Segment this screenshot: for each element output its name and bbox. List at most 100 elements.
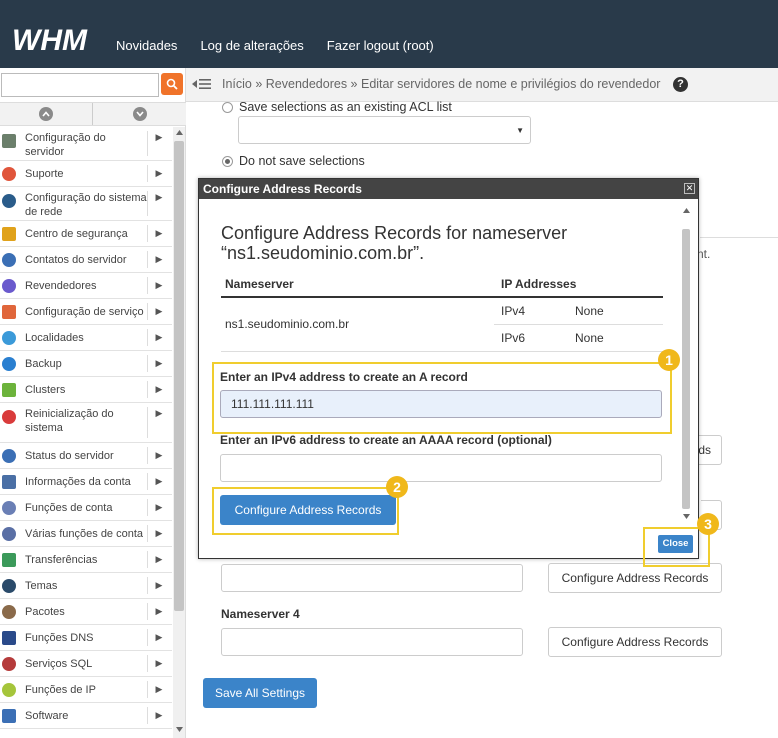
- sidebar-item-separator: [147, 655, 148, 672]
- breadcrumb[interactable]: Início » Revendedores » Editar servidore…: [222, 77, 660, 91]
- save-all-settings-button[interactable]: Save All Settings: [203, 678, 317, 708]
- collapse-down-button[interactable]: [93, 103, 186, 125]
- expand-arrow-icon[interactable]: ▶: [149, 502, 169, 513]
- expand-arrow-icon[interactable]: ▶: [149, 580, 169, 591]
- sidebar-item[interactable]: Reinicialização do sistema ▶: [0, 403, 172, 443]
- sidebar-item[interactable]: Temas ▶: [0, 573, 172, 599]
- expand-arrow-icon[interactable]: ▶: [149, 658, 169, 669]
- save-existing-acl-radio[interactable]: [222, 102, 233, 113]
- callout-box-3: [643, 527, 710, 567]
- sidebar-item-label: Centro de segurança: [25, 228, 128, 240]
- expand-arrow-icon[interactable]: ▶: [149, 384, 169, 395]
- sidebar-item[interactable]: Contatos do servidor ▶: [0, 247, 172, 273]
- nameserver3-input[interactable]: [221, 564, 523, 592]
- sidebar-item[interactable]: Configuração do sistema de rede ▶: [0, 187, 172, 221]
- sidebar-item-label: Status do servidor: [25, 450, 114, 462]
- scroll-up-arrow-icon[interactable]: [176, 130, 183, 135]
- list-toggle-icon[interactable]: [192, 77, 212, 91]
- sidebar-item[interactable]: Funções DNS ▶: [0, 625, 172, 651]
- sidebar-item-label: Configuração do sistema de rede: [25, 192, 147, 218]
- expand-arrow-icon[interactable]: ▶: [149, 192, 169, 203]
- account-functions-icon: [2, 501, 16, 515]
- sidebar-item[interactable]: Revendedores ▶: [0, 273, 172, 299]
- sidebar-item[interactable]: Pacotes ▶: [0, 599, 172, 625]
- expand-arrow-icon[interactable]: ▶: [149, 358, 169, 369]
- sidebar-item-separator: [147, 165, 148, 182]
- acl-list-select[interactable]: ▼: [238, 116, 531, 144]
- do-not-save-radio[interactable]: [222, 156, 233, 167]
- whm-logo[interactable]: WHM: [12, 24, 102, 58]
- sidebar-item[interactable]: Centro de segurança ▶: [0, 221, 172, 247]
- configure-address-records-ns3-button[interactable]: Configure Address Records: [548, 563, 722, 593]
- sidebar-item[interactable]: Suporte ▶: [0, 161, 172, 187]
- expand-arrow-icon[interactable]: ▶: [149, 684, 169, 695]
- resellers-icon: [2, 279, 16, 293]
- expand-arrow-icon[interactable]: ▶: [149, 332, 169, 343]
- sidebar-item-separator: [147, 407, 148, 438]
- expand-arrow-icon[interactable]: ▶: [149, 450, 169, 461]
- dialog-scroll-thumb[interactable]: [682, 229, 690, 509]
- dialog-title: Configure Address Records for nameserver…: [221, 223, 568, 263]
- collapse-up-button[interactable]: [0, 103, 93, 125]
- dialog-scrollbar[interactable]: [680, 201, 694, 521]
- expand-arrow-icon[interactable]: ▶: [149, 632, 169, 643]
- callout-badge-1: 1: [658, 349, 680, 371]
- search-button[interactable]: [161, 73, 183, 95]
- sidebar-item-separator: [147, 473, 148, 490]
- expand-arrow-icon[interactable]: ▶: [149, 528, 169, 539]
- expand-arrow-icon[interactable]: ▶: [149, 710, 169, 721]
- expand-arrow-icon[interactable]: ▶: [149, 408, 169, 419]
- sidebar-scrollbar[interactable]: [173, 127, 185, 738]
- software-icon: [2, 709, 16, 723]
- col-nameserver-header: Nameserver: [225, 277, 294, 291]
- sidebar-item[interactable]: Status do servidor ▶: [0, 443, 172, 469]
- sidebar-item-label: Revendedores: [25, 280, 97, 292]
- help-icon[interactable]: ?: [673, 77, 688, 92]
- sidebar-item-label: Localidades: [25, 332, 84, 344]
- sidebar-item-label: Clusters: [25, 384, 66, 396]
- sidebar-item[interactable]: Backup ▶: [0, 351, 172, 377]
- sidebar-item[interactable]: Configuração de serviço ▶: [0, 299, 172, 325]
- sidebar-item-separator: [147, 681, 148, 698]
- sidebar-item-label: Transferências: [25, 554, 98, 566]
- top-nav: Novidades Log de alterações Fazer logout…: [116, 38, 434, 53]
- callout-box-1: [212, 362, 672, 434]
- close-icon[interactable]: ✕: [684, 183, 695, 194]
- expand-arrow-icon[interactable]: ▶: [149, 280, 169, 291]
- sidebar-item[interactable]: Clusters ▶: [0, 377, 172, 403]
- clusters-icon: [2, 383, 16, 397]
- expand-arrow-icon[interactable]: ▶: [149, 168, 169, 179]
- sidebar-item[interactable]: Informações da conta ▶: [0, 469, 172, 495]
- nav-changelog[interactable]: Log de alterações: [200, 38, 303, 53]
- sidebar-item[interactable]: Funções de IP ▶: [0, 677, 172, 703]
- sidebar-item[interactable]: Funções de conta ▶: [0, 495, 172, 521]
- sidebar-item[interactable]: Software ▶: [0, 703, 172, 729]
- sidebar-search: [0, 70, 186, 98]
- sidebar-item[interactable]: Várias funções de conta ▶: [0, 521, 172, 547]
- sidebar-scroll-thumb[interactable]: [174, 141, 184, 611]
- sidebar-item[interactable]: Localidades ▶: [0, 325, 172, 351]
- search-input[interactable]: [1, 73, 159, 97]
- sidebar-item[interactable]: Serviços SQL ▶: [0, 651, 172, 677]
- expand-arrow-icon[interactable]: ▶: [149, 254, 169, 265]
- expand-arrow-icon[interactable]: ▶: [149, 476, 169, 487]
- configure-address-records-ns4-button[interactable]: Configure Address Records: [548, 627, 722, 657]
- expand-arrow-icon[interactable]: ▶: [149, 228, 169, 239]
- sidebar-item-label: Funções de conta: [25, 502, 113, 514]
- sidebar-item[interactable]: Configuração do servidor ▶: [0, 127, 172, 161]
- expand-arrow-icon[interactable]: ▶: [149, 554, 169, 565]
- scroll-down-arrow-icon[interactable]: [683, 514, 690, 519]
- expand-arrow-icon[interactable]: ▶: [149, 132, 169, 143]
- sidebar-item-separator: [147, 499, 148, 516]
- expand-arrow-icon[interactable]: ▶: [149, 306, 169, 317]
- nav-novidades[interactable]: Novidades: [116, 38, 177, 53]
- sidebar-item[interactable]: Transferências ▶: [0, 547, 172, 573]
- ipv6-address-input[interactable]: [220, 454, 662, 482]
- expand-arrow-icon[interactable]: ▶: [149, 606, 169, 617]
- nav-logout[interactable]: Fazer logout (root): [327, 38, 434, 53]
- nameserver4-input[interactable]: [221, 628, 523, 656]
- sidebar-item-separator: [147, 329, 148, 346]
- scroll-down-arrow-icon[interactable]: [176, 727, 183, 732]
- scroll-up-arrow-icon[interactable]: [683, 208, 690, 213]
- sidebar-item-separator: [147, 381, 148, 398]
